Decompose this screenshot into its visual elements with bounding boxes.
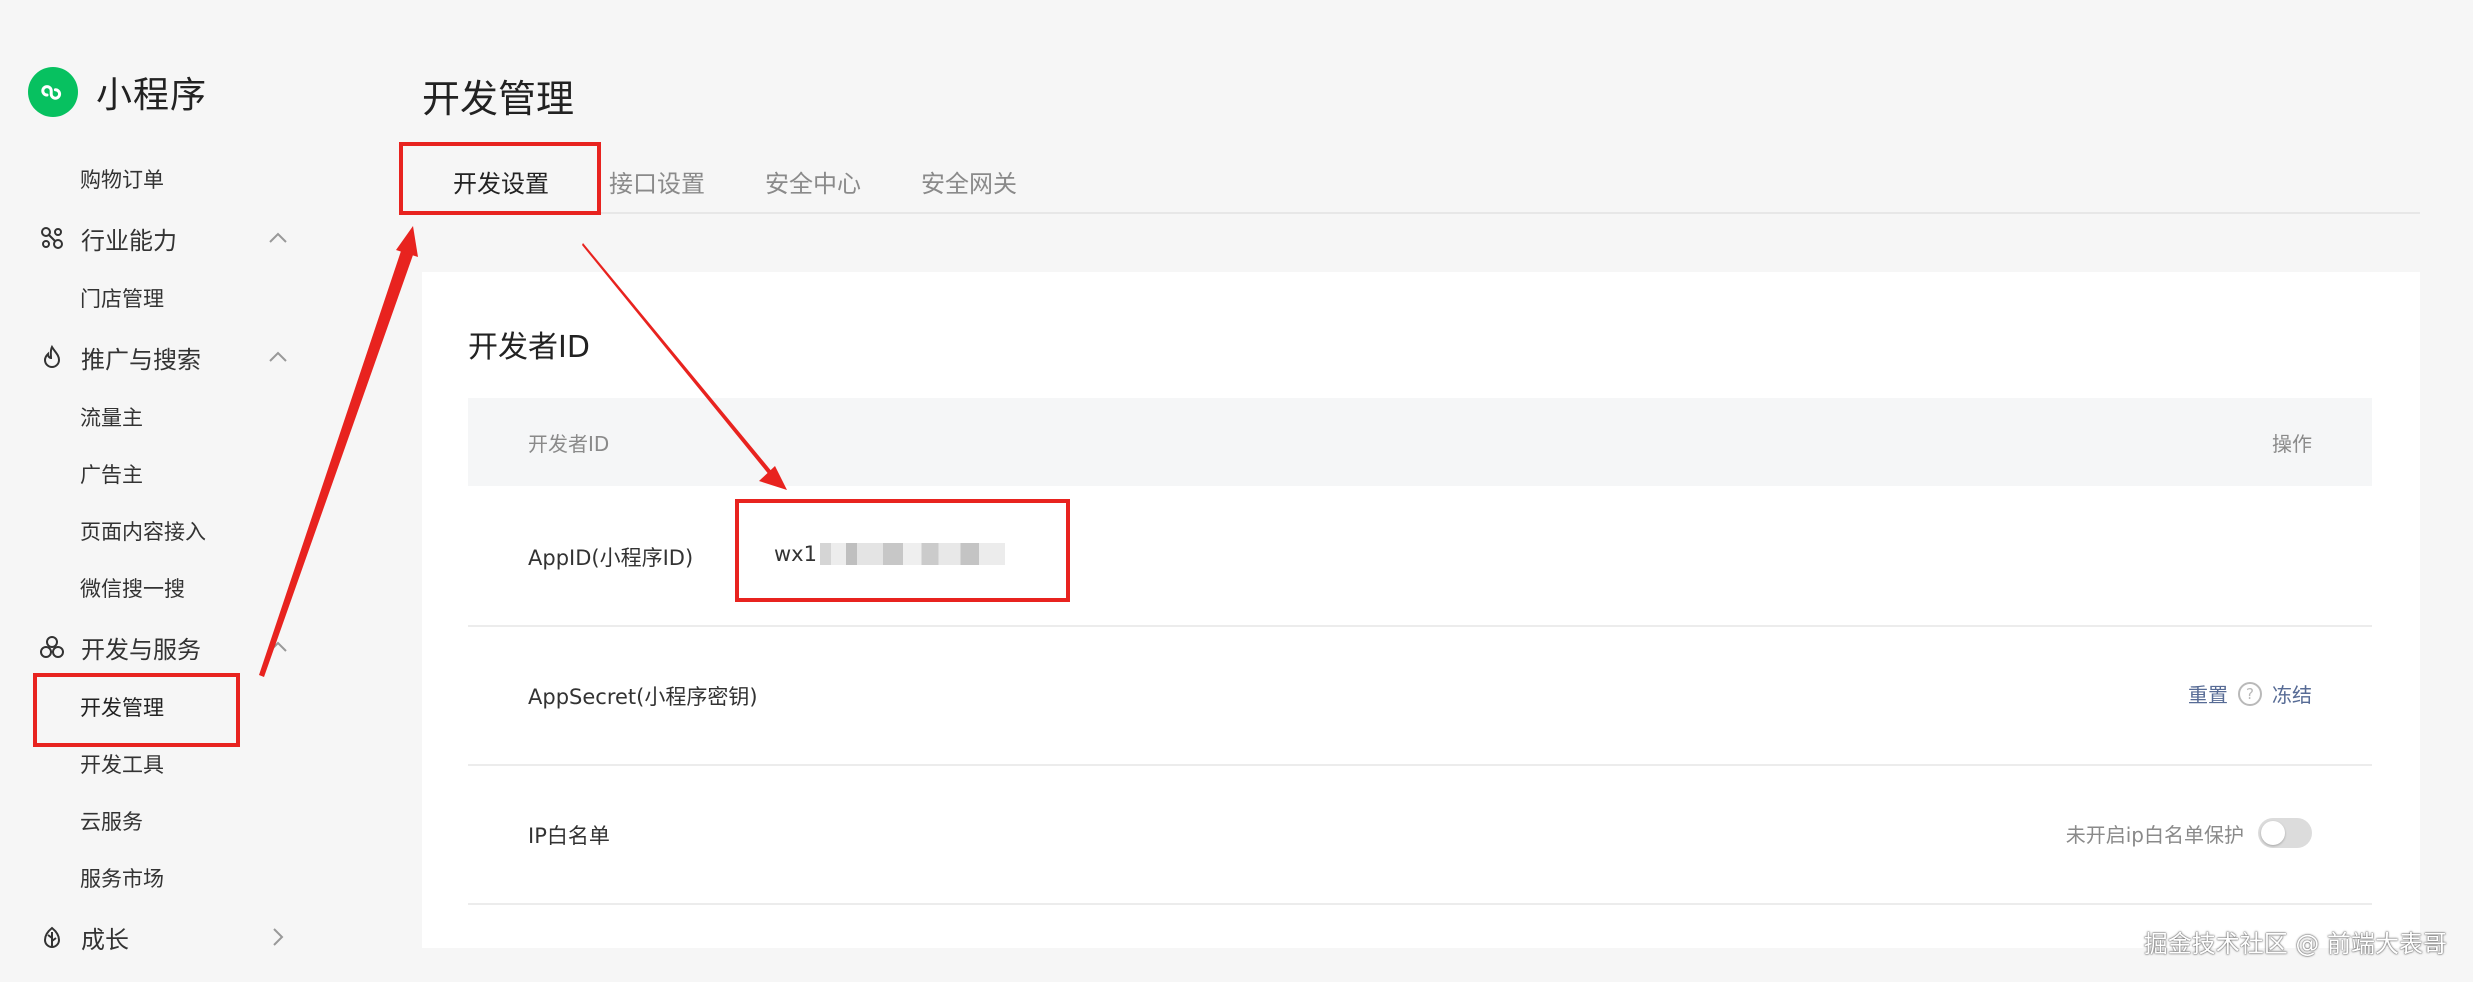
- annotation-arrows: [259, 226, 787, 677]
- watermark: 掘金技术社区 @ 前端大表哥: [2143, 930, 2447, 958]
